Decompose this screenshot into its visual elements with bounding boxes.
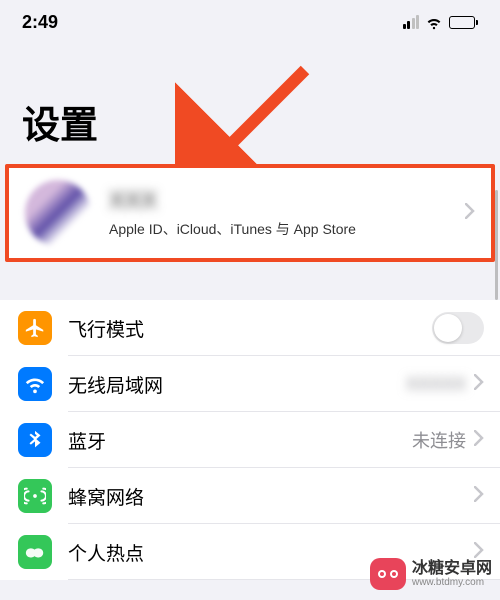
cellular-row[interactable]: 蜂窝网络 <box>0 468 500 524</box>
status-indicators <box>403 13 479 31</box>
page-title: 设置 <box>0 44 500 164</box>
airplane-icon <box>18 311 52 345</box>
bluetooth-row[interactable]: 蓝牙 未连接 <box>0 412 500 468</box>
watermark: 冰糖安卓网 www.btdmy.com <box>370 558 492 590</box>
chevron-right-icon <box>465 203 475 224</box>
row-label: 蓝牙 <box>68 427 412 454</box>
watermark-url: www.btdmy.com <box>412 577 492 588</box>
hotspot-icon <box>18 535 52 569</box>
chevron-right-icon <box>474 374 484 395</box>
avatar <box>25 180 91 246</box>
chevron-right-icon <box>474 430 484 451</box>
watermark-logo-icon <box>370 558 406 590</box>
airplane-toggle[interactable] <box>432 312 484 344</box>
scrollbar[interactable] <box>495 190 498 300</box>
cellular-signal-icon <box>403 15 420 29</box>
row-label: 飞行模式 <box>68 315 432 342</box>
cellular-icon <box>18 479 52 513</box>
row-label: 蜂窝网络 <box>68 483 474 510</box>
status-time: 2:49 <box>22 12 58 33</box>
wifi-network-value: XXXXX <box>406 374 466 395</box>
status-bar: 2:49 <box>0 0 500 44</box>
row-label: 无线局域网 <box>68 371 406 398</box>
wifi-settings-icon <box>18 367 52 401</box>
bluetooth-icon <box>18 423 52 457</box>
airplane-mode-row[interactable]: 飞行模式 <box>0 300 500 356</box>
settings-list: 飞行模式 无线局域网 XXXXX 蓝牙 未连接 蜂窝网络 <box>0 300 500 580</box>
watermark-name: 冰糖安卓网 <box>412 560 492 578</box>
chevron-right-icon <box>474 486 484 507</box>
profile-subtitle: Apple ID、iCloud、iTunes 与 App Store <box>109 219 465 239</box>
profile-name: XXX <box>109 187 465 215</box>
bluetooth-status-value: 未连接 <box>412 427 466 453</box>
battery-icon <box>449 16 478 29</box>
wifi-icon <box>425 13 443 31</box>
wifi-row[interactable]: 无线局域网 XXXXX <box>0 356 500 412</box>
apple-id-row[interactable]: XXX Apple ID、iCloud、iTunes 与 App Store <box>5 164 495 262</box>
